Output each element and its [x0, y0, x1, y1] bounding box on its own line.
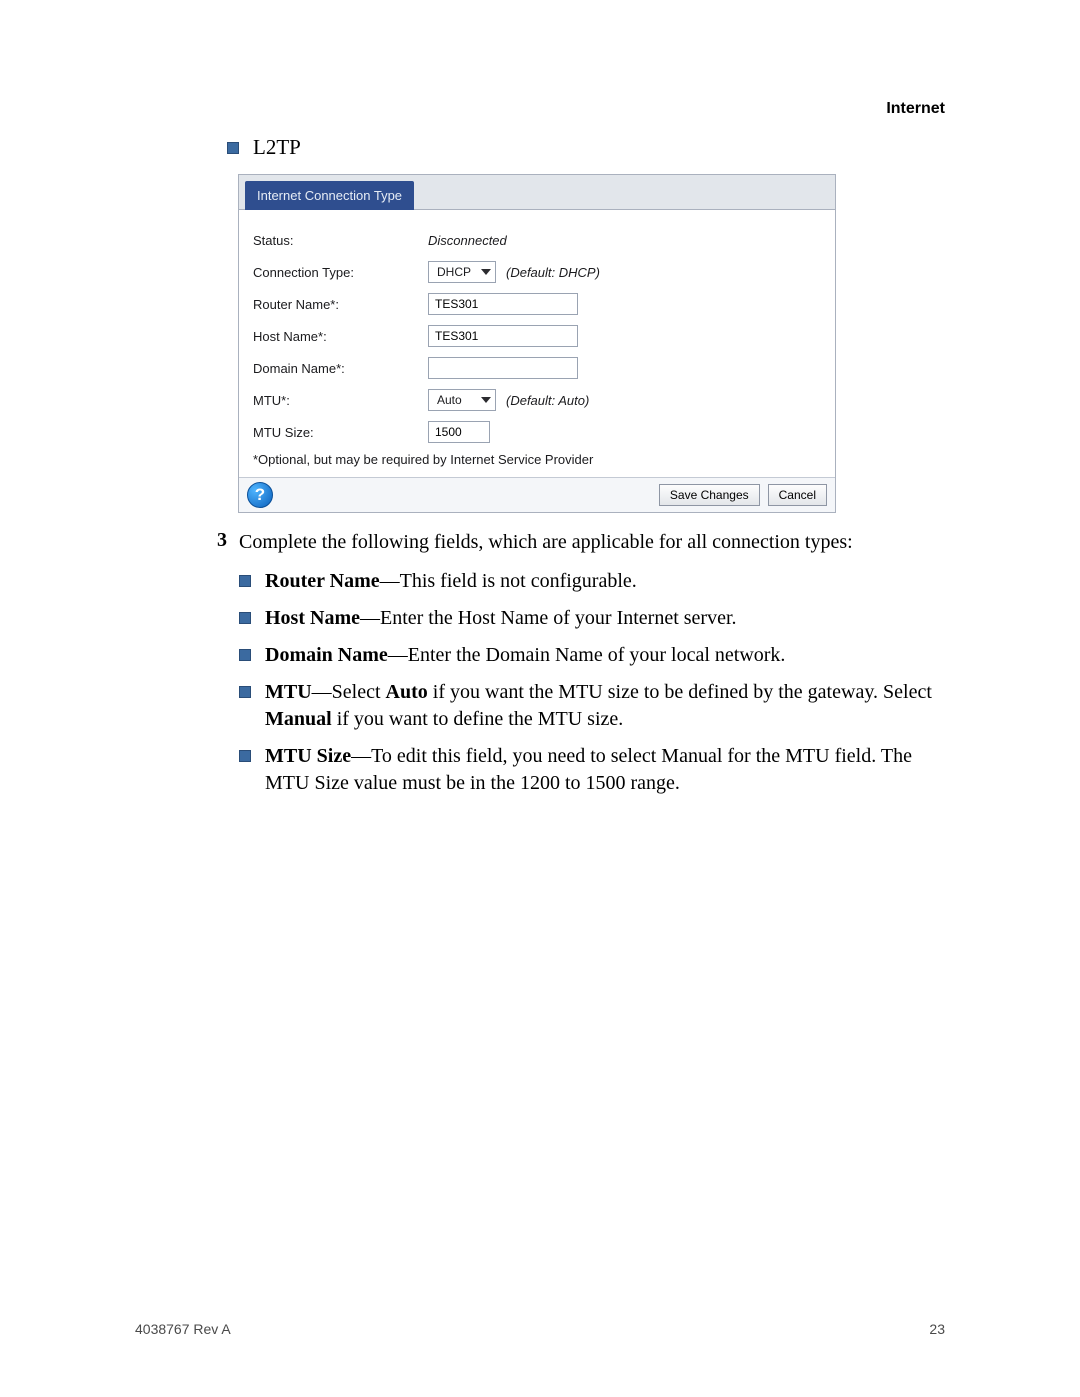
- bullet-bold: Router Name: [265, 570, 380, 592]
- bullet-mid: —Select: [312, 681, 386, 703]
- save-changes-button[interactable]: Save Changes: [659, 484, 760, 506]
- bullet-mid: if you want to define the MTU size.: [332, 708, 624, 730]
- row-host-name: Host Name*:: [253, 320, 821, 352]
- host-name-input[interactable]: [428, 325, 578, 347]
- mtu-select[interactable]: Auto: [428, 389, 496, 411]
- connection-type-label: Connection Type:: [253, 265, 428, 280]
- status-value: Disconnected: [428, 233, 507, 248]
- bullet-rest: —Enter the Host Name of your Internet se…: [360, 607, 737, 629]
- mtu-hint: (Default: Auto): [506, 393, 589, 408]
- connection-type-select[interactable]: DHCP: [428, 261, 496, 283]
- domain-name-label: Domain Name*:: [253, 361, 428, 376]
- sub-bullets: Router Name—This field is not configurab…: [239, 568, 945, 797]
- footer-left: 4038767 Rev A: [135, 1321, 231, 1337]
- connection-type-hint: (Default: DHCP): [506, 265, 600, 280]
- help-icon[interactable]: ?: [247, 482, 273, 508]
- chevron-down-icon: [481, 397, 491, 403]
- top-bullet-row: L2TP: [227, 135, 945, 160]
- bullet-mtu: MTU—Select Auto if you want the MTU size…: [239, 679, 945, 733]
- row-mtu-size: MTU Size:: [253, 416, 821, 448]
- footer-right: 23: [929, 1321, 945, 1337]
- step-intro: Complete the following fields, which are…: [239, 529, 945, 556]
- row-connection-type: Connection Type: DHCP (Default: DHCP): [253, 256, 821, 288]
- row-router-name: Router Name*:: [253, 288, 821, 320]
- tab-internet-connection-type[interactable]: Internet Connection Type: [245, 181, 414, 210]
- router-name-input[interactable]: [428, 293, 578, 315]
- row-status: Status: Disconnected: [253, 224, 821, 256]
- section-header: Internet: [886, 100, 945, 118]
- cancel-button[interactable]: Cancel: [768, 484, 827, 506]
- page-footer: 4038767 Rev A 23: [135, 1321, 945, 1337]
- bullet-square-icon: [239, 575, 251, 587]
- top-bullet-label: L2TP: [253, 135, 301, 160]
- form-area: Status: Disconnected Connection Type: DH…: [239, 210, 835, 477]
- mtu-label: MTU*:: [253, 393, 428, 408]
- bullet-square-icon: [239, 649, 251, 661]
- bullet-bold: MTU: [265, 681, 312, 703]
- row-mtu: MTU*: Auto (Default: Auto): [253, 384, 821, 416]
- bullet-bold: Auto: [386, 681, 428, 703]
- bullet-square-icon: [227, 142, 239, 154]
- bullet-bold: MTU Size: [265, 745, 351, 767]
- bullet-bold: Host Name: [265, 607, 360, 629]
- bullet-mtu-size: MTU Size—To edit this field, you need to…: [239, 743, 945, 797]
- domain-name-input[interactable]: [428, 357, 578, 379]
- step-row: 3 Complete the following fields, which a…: [199, 529, 945, 807]
- status-label: Status:: [253, 233, 428, 248]
- page: Internet L2TP Internet Connection Type S…: [0, 0, 1080, 1397]
- bullet-host-name: Host Name—Enter the Host Name of your In…: [239, 605, 945, 632]
- bullet-square-icon: [239, 750, 251, 762]
- button-bar: ? Save Changes Cancel: [239, 477, 835, 512]
- bullet-mid: if you want the MTU size to be defined b…: [428, 681, 932, 703]
- form-footnote: *Optional, but may be required by Intern…: [253, 452, 821, 467]
- router-config-panel: Internet Connection Type Status: Disconn…: [238, 174, 836, 513]
- mtu-size-input[interactable]: [428, 421, 490, 443]
- mtu-size-label: MTU Size:: [253, 425, 428, 440]
- chevron-down-icon: [481, 269, 491, 275]
- bullet-rest: —This field is not configurable.: [380, 570, 637, 592]
- router-name-label: Router Name*:: [253, 297, 428, 312]
- host-name-label: Host Name*:: [253, 329, 428, 344]
- bullet-square-icon: [239, 686, 251, 698]
- tab-strip: Internet Connection Type: [239, 175, 835, 210]
- step-number: 3: [199, 529, 227, 807]
- row-domain-name: Domain Name*:: [253, 352, 821, 384]
- bullet-square-icon: [239, 612, 251, 624]
- bullet-router-name: Router Name—This field is not configurab…: [239, 568, 945, 595]
- bullet-rest: —Enter the Domain Name of your local net…: [388, 644, 786, 666]
- bullet-domain-name: Domain Name—Enter the Domain Name of you…: [239, 642, 945, 669]
- bullet-bold: Manual: [265, 708, 332, 730]
- bullet-rest: —To edit this field, you need to select …: [265, 745, 912, 794]
- bullet-bold: Domain Name: [265, 644, 388, 666]
- mtu-value: Auto: [437, 393, 462, 407]
- content-area: L2TP Internet Connection Type Status: Di…: [227, 135, 945, 807]
- connection-type-value: DHCP: [437, 265, 471, 279]
